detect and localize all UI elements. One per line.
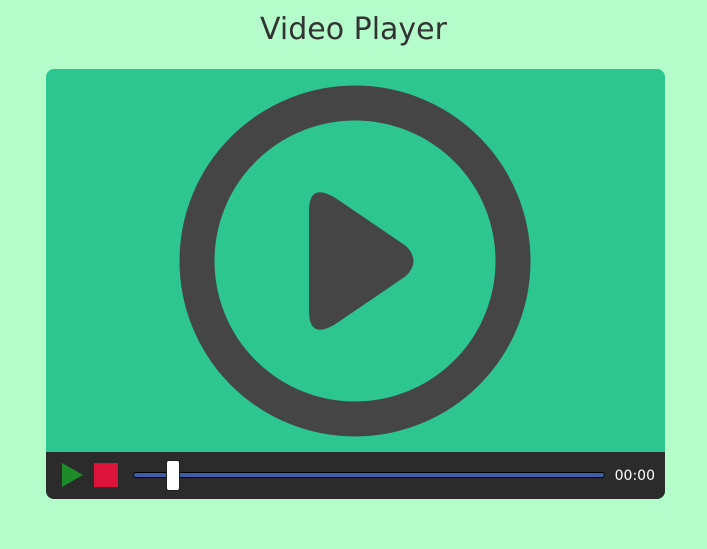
play-icon xyxy=(62,463,83,487)
time-display: 00:00 xyxy=(614,468,655,484)
video-player: 00:00 xyxy=(46,69,665,499)
video-screen[interactable] xyxy=(46,69,665,452)
play-button[interactable] xyxy=(59,462,85,488)
control-bar: 00:00 xyxy=(46,452,665,499)
stop-button[interactable] xyxy=(94,463,118,487)
page-title: Video Player xyxy=(260,12,447,47)
progress-fill xyxy=(134,473,604,477)
progress-bar[interactable] xyxy=(133,460,605,491)
play-circle-icon[interactable] xyxy=(46,69,665,452)
progress-handle[interactable] xyxy=(166,460,180,491)
